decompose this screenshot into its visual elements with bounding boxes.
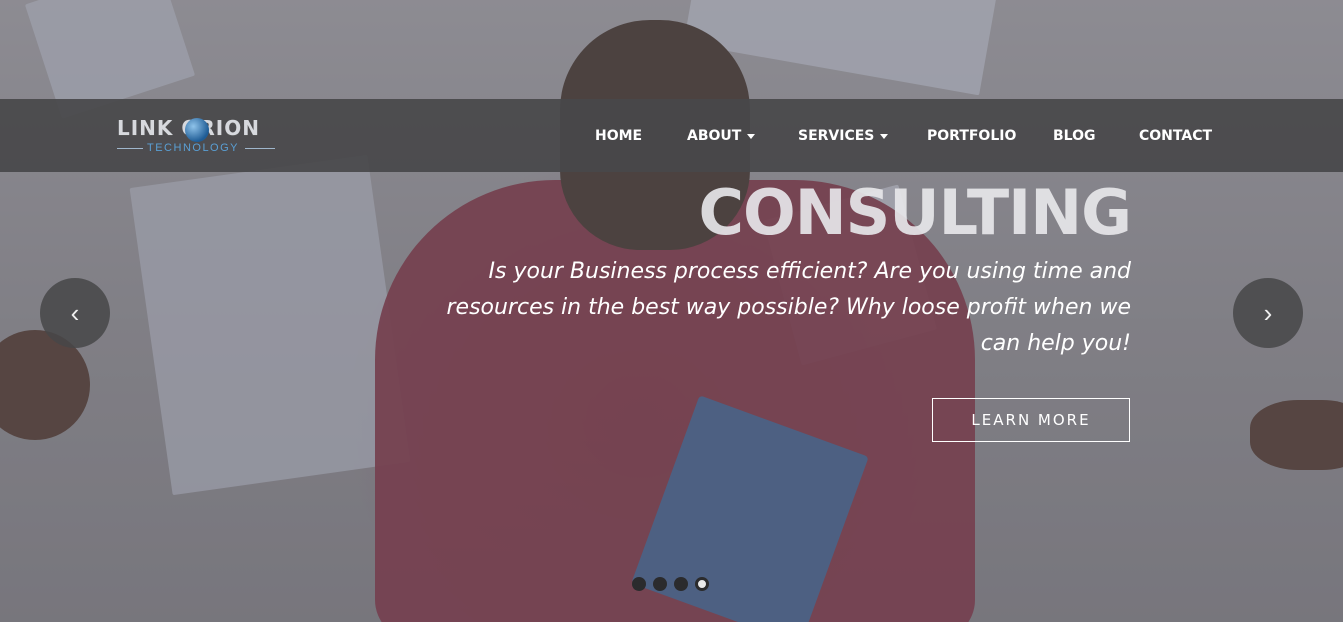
slide-text-line: can help you! [980,331,1131,356]
slide-text-line: Is your Business process efficient? Are … [488,259,1131,284]
globe-icon [185,118,209,142]
logo-divider [117,148,143,149]
nav-services[interactable]: SERVICES [798,128,889,144]
nav-blog[interactable]: BLOG [1053,128,1096,144]
chevron-left-icon: ‹ [70,297,80,328]
carousel-indicator-dot[interactable] [695,577,709,591]
carousel-indicators [632,577,709,591]
nav-contact[interactable]: CONTACT [1139,128,1212,144]
carousel-next-button[interactable]: › [1233,278,1303,348]
chevron-down-icon [747,133,756,139]
nav-home[interactable]: HOME [595,128,642,144]
site-logo[interactable]: LINK ORION TECHNOLOGY [117,116,279,158]
carousel-prev-button[interactable]: ‹ [40,278,110,348]
nav-services-label: SERVICES [798,128,875,144]
chevron-down-icon [880,133,889,139]
nav-portfolio[interactable]: PORTFOLIO [927,128,1016,144]
slide-title: CONSULTING [698,176,1132,249]
nav-about-label: ABOUT [687,128,742,144]
nav-about[interactable]: ABOUT [687,128,756,144]
logo-subtitle: TECHNOLOGY [147,142,240,154]
learn-more-button[interactable]: LEARN MORE [932,398,1130,442]
logo-divider [245,148,275,149]
carousel-indicator-dot[interactable] [653,577,667,591]
slide-text-line: resources in the best way possible? Why … [446,295,1131,320]
carousel-indicator-dot[interactable] [632,577,646,591]
slide-description: Is your Business process efficient? Are … [411,254,1131,362]
carousel-indicator-dot[interactable] [674,577,688,591]
chevron-right-icon: › [1263,297,1273,328]
